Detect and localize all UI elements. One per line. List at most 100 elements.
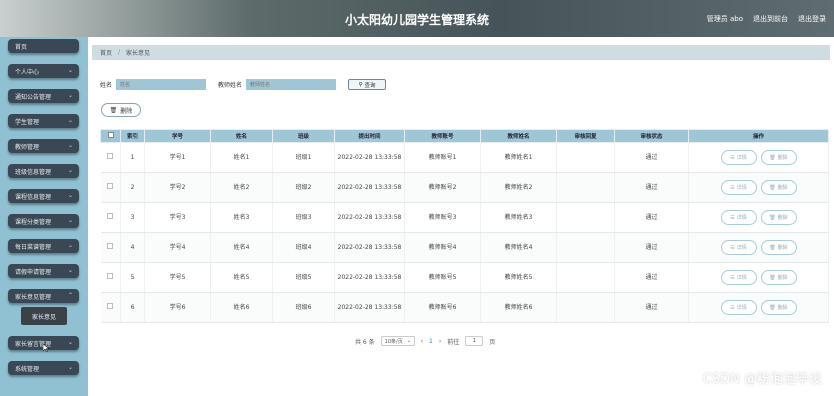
cell-actions: ☰ 详情 🗑 删除 (688, 142, 829, 173)
column-header: 教师姓名 (480, 129, 557, 143)
column-header: 审核回复 (556, 129, 615, 143)
breadcrumb-home[interactable]: 首页 (100, 48, 112, 57)
cell-student-no: 学号3 (144, 202, 211, 233)
cell-actions: ☰ 详情 🗑 删除 (688, 202, 829, 233)
sidebar-item-label: 首页 (15, 43, 28, 51)
sidebar-item-students[interactable]: 学生管理 ⌄ (8, 114, 79, 128)
sidebar-item-system[interactable]: 系统管理 ⌄ (8, 361, 79, 375)
sidebar-item-label: 课程分类管理 (15, 218, 52, 226)
prev-page-button[interactable]: ‹ (421, 338, 423, 345)
chevron-down-icon: ⌄ (67, 142, 73, 149)
logout-link[interactable]: 退出登录 (798, 14, 826, 24)
sidebar-item-courses[interactable]: 课程信息管理 ⌄ (8, 189, 79, 203)
search-bar: 姓名 教师姓名 ⚲ 查询 (100, 78, 387, 91)
select-all-checkbox-cell[interactable] (100, 129, 121, 143)
sidebar-item-home[interactable]: 首页 (8, 39, 79, 53)
row-checkbox-cell[interactable] (100, 142, 121, 173)
chevron-down-icon: ⌄ (67, 192, 73, 199)
sidebar-item-course-categories[interactable]: 课程分类管理 ⌄ (8, 214, 79, 228)
delete-button[interactable]: 🗑 删除 (760, 270, 797, 285)
row-checkbox[interactable] (107, 182, 114, 189)
page-number[interactable]: 1 (429, 338, 433, 345)
page-size-select[interactable]: 10条/页 ⌄ (380, 336, 415, 346)
cell-student-no: 学号5 (144, 262, 211, 293)
sidebar-item-notice[interactable]: 通知公告管理 ⌄ (8, 89, 79, 103)
cell-name: 姓名5 (210, 262, 273, 293)
table-header-row: 索引 学号 姓名 班级 提出时间 教师账号 教师姓名 审核回复 审核状态 操作 (100, 129, 829, 143)
sidebar-item-recipes[interactable]: 每日菜谱管理 ⌄ (8, 239, 79, 253)
sidebar-item-profile[interactable]: 个人中心 ⌄ (8, 64, 79, 78)
cell-student-no: 学号2 (144, 172, 211, 203)
cell-class: 班级6 (272, 292, 335, 323)
sidebar-item-classes[interactable]: 班级信息管理 ⌄ (8, 164, 79, 178)
detail-icon: ☰ (730, 244, 735, 251)
cell-class: 班级3 (272, 202, 335, 233)
trash-icon: 🗑 (769, 214, 776, 221)
detail-button[interactable]: ☰ 详情 (720, 240, 757, 255)
delete-button[interactable]: 🗑 删除 (760, 300, 797, 315)
cell-teacher-no: 教师账号3 (404, 202, 481, 233)
sidebar-item-leave[interactable]: 请假申请管理 ⌄ (8, 264, 79, 278)
batch-delete-button[interactable]: 🗑 删除 (101, 103, 141, 117)
cell-reply (556, 262, 615, 293)
detail-button[interactable]: ☰ 详情 (720, 270, 757, 285)
next-page-button[interactable]: › (439, 338, 441, 345)
sidebar-item-teachers[interactable]: 教师管理 ⌄ (8, 139, 79, 153)
cell-time: 2022-02-28 13:33:58 (334, 172, 405, 203)
cell-index: 3 (120, 202, 145, 233)
cell-status: 通过 (614, 142, 689, 173)
detail-button[interactable]: ☰ 详情 (720, 210, 757, 225)
submenu-parent-opinions[interactable]: 家长意见 (21, 307, 67, 325)
row-checkbox[interactable] (107, 272, 114, 279)
column-header: 姓名 (210, 129, 273, 143)
cell-teacher-name: 教师姓名6 (480, 292, 557, 323)
detail-icon: ☰ (730, 184, 735, 191)
delete-button[interactable]: 🗑 删除 (760, 150, 797, 165)
row-checkbox-cell[interactable] (100, 232, 121, 263)
cell-student-no: 学号6 (144, 292, 211, 323)
sidebar: 首页 个人中心 ⌄ 通知公告管理 ⌄ 学生管理 ⌄ 教师管理 ⌄ 班级信息管理 ⌄ 课程信… (0, 37, 88, 396)
cell-name: 姓名1 (210, 142, 273, 173)
row-checkbox[interactable] (107, 302, 114, 309)
row-checkbox[interactable] (107, 152, 114, 159)
row-checkbox[interactable] (107, 212, 114, 219)
row-checkbox-cell[interactable] (100, 172, 121, 203)
cell-status: 通过 (614, 292, 689, 323)
detail-button[interactable]: ☰ 详情 (720, 150, 757, 165)
chevron-down-icon: ⌄ (67, 117, 73, 124)
trash-icon: 🗑 (769, 274, 776, 281)
row-checkbox-cell[interactable] (100, 202, 121, 233)
column-header: 班级 (272, 129, 335, 143)
breadcrumb: 首页 / 家长意见 (92, 45, 830, 60)
cell-class: 班级1 (272, 142, 335, 173)
search-icon: ⚲ (358, 81, 363, 88)
chevron-down-icon: ⌄ (67, 167, 73, 174)
sidebar-item-label: 请假申请管理 (15, 268, 52, 276)
cell-name: 姓名2 (210, 172, 273, 203)
delete-button[interactable]: 🗑 删除 (760, 180, 797, 195)
detail-button[interactable]: ☰ 详情 (720, 300, 757, 315)
sidebar-item-parent-opinions[interactable]: 家长意见管理 ⌃ (8, 289, 79, 303)
cell-index: 6 (120, 292, 145, 323)
row-checkbox-cell[interactable] (100, 262, 121, 293)
cell-actions: ☰ 详情 🗑 删除 (688, 292, 829, 323)
delete-button[interactable]: 🗑 删除 (760, 240, 797, 255)
sidebar-item-label: 通知公告管理 (15, 93, 52, 101)
batch-delete-label: 删除 (120, 107, 133, 115)
cell-status: 通过 (614, 172, 689, 203)
goto-page-input[interactable]: 1 (465, 336, 484, 346)
sidebar-item-label: 班级信息管理 (15, 168, 52, 176)
exit-to-frontend-link[interactable]: 退出到前台 (753, 14, 788, 24)
detail-button[interactable]: ☰ 详情 (720, 180, 757, 195)
table-row: 1 学号1 姓名1 班级1 2022-02-28 13:33:58 教师账号1 教师姓名1 通… (100, 142, 829, 173)
row-checkbox-cell[interactable] (100, 292, 121, 323)
user-area: 管理员 abo 退出到前台 退出登录 (707, 14, 826, 24)
table-row: 6 学号6 姓名6 班级6 2022-02-28 13:33:58 教师账号6 教师姓名6 通… (100, 292, 829, 323)
teacher-name-search-input[interactable] (246, 79, 337, 90)
detail-icon: ☰ (730, 154, 735, 161)
name-search-input[interactable] (116, 79, 207, 90)
search-button[interactable]: ⚲ 查询 (348, 79, 387, 90)
select-all-checkbox[interactable] (107, 132, 114, 138)
delete-button[interactable]: 🗑 删除 (760, 210, 797, 225)
row-checkbox[interactable] (107, 242, 114, 249)
